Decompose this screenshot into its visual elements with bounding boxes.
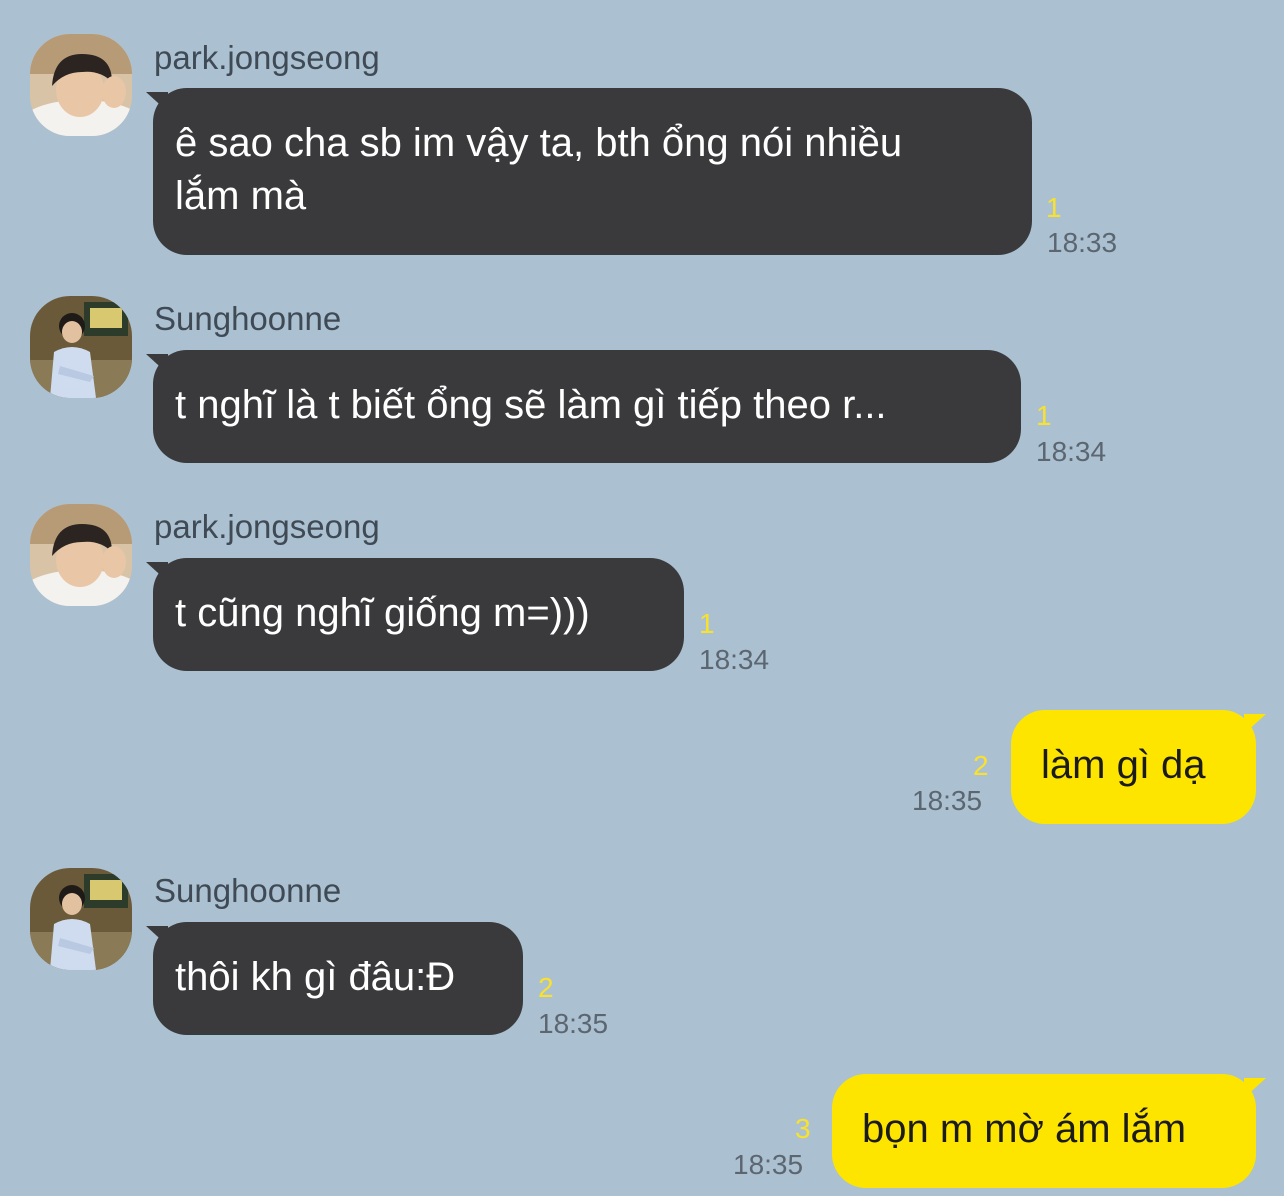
message-text: lắm mà: [175, 174, 307, 218]
message-text: t cũng nghĩ giống m=))): [175, 591, 590, 635]
message-text: thôi kh gì đâu:Đ: [175, 955, 456, 999]
avatar[interactable]: [30, 34, 132, 136]
unread-count: 3: [795, 1113, 811, 1144]
timestamp: 18:33: [1047, 227, 1118, 258]
unread-count: 1: [1046, 192, 1062, 223]
message-text: bọn m mờ ám lắm: [862, 1107, 1187, 1151]
timestamp: 18:34: [1036, 436, 1107, 467]
message-bubble[interactable]: t cũng nghĩ giống m=))): [153, 558, 684, 671]
message-text: ê sao cha sb im vậy ta, bth ổng nói nhiề…: [175, 121, 903, 165]
unread-count: 1: [1036, 400, 1052, 431]
sender-name: park.jongseong: [154, 508, 380, 545]
message-bubble[interactable]: ê sao cha sb im vậy ta, bth ổng nói nhiề…: [153, 88, 1032, 255]
avatar[interactable]: [30, 504, 132, 606]
timestamp: 18:35: [733, 1149, 804, 1180]
timestamp: 18:35: [538, 1008, 609, 1039]
timestamp: 18:34: [699, 644, 770, 675]
message-bubble[interactable]: bọn m mờ ám lắm: [832, 1074, 1256, 1188]
message-text: t nghĩ là t biết ổng sẽ làm gì tiếp theo…: [175, 383, 887, 427]
message-text: làm gì dạ: [1041, 743, 1206, 787]
sender-name: Sunghoonne: [154, 872, 342, 909]
sender-name: park.jongseong: [154, 39, 380, 76]
message-bubble[interactable]: thôi kh gì đâu:Đ: [153, 922, 523, 1035]
sender-name: Sunghoonne: [154, 300, 342, 337]
message-bubble[interactable]: t nghĩ là t biết ổng sẽ làm gì tiếp theo…: [153, 350, 1021, 463]
avatar[interactable]: [30, 868, 132, 970]
message-bubble[interactable]: làm gì dạ: [1011, 710, 1256, 824]
unread-count: 1: [699, 608, 715, 639]
unread-count: 2: [538, 972, 554, 1003]
unread-count: 2: [973, 750, 989, 781]
timestamp: 18:35: [912, 785, 983, 816]
avatar[interactable]: [30, 296, 132, 398]
